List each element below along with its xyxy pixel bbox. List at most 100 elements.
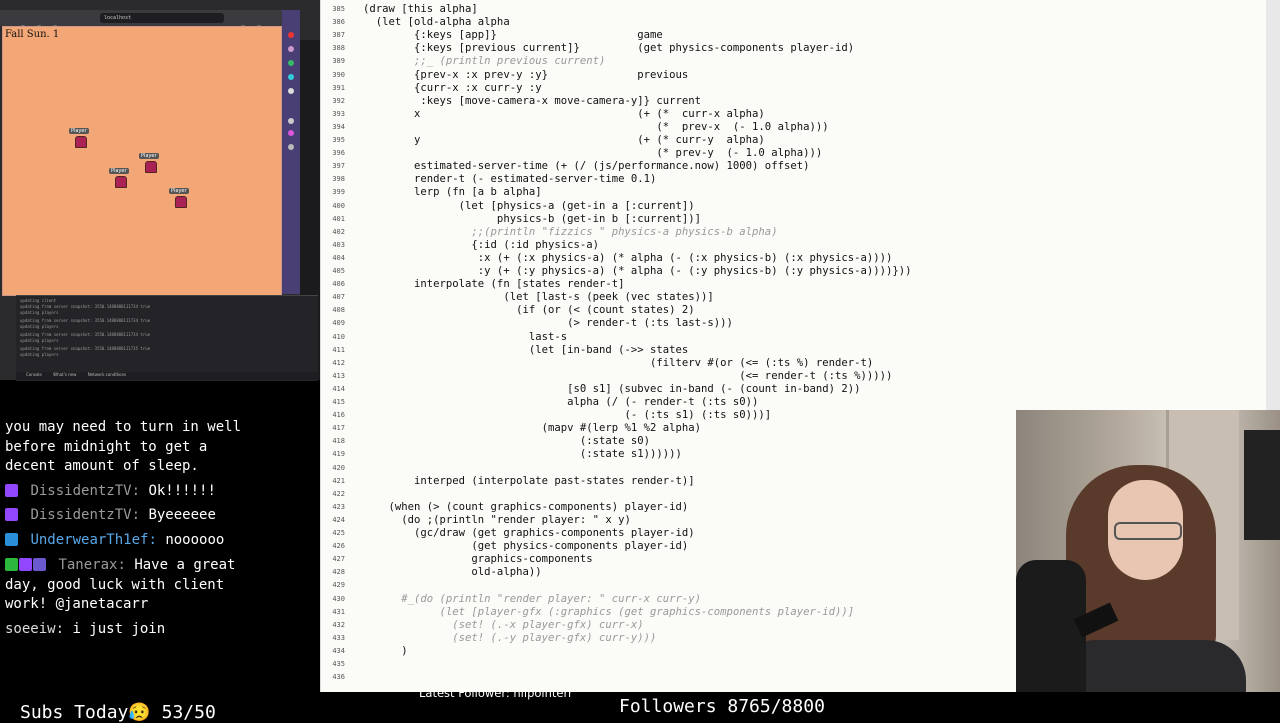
chat-username[interactable]: soeeiw: bbox=[5, 621, 64, 637]
tab-console[interactable]: Console bbox=[26, 372, 42, 377]
chat-username[interactable]: DissidentzTV: bbox=[30, 507, 140, 523]
line-number: 396 bbox=[332, 149, 345, 158]
code-line[interactable]: 401 physics-b (get-in b [:current])] bbox=[321, 213, 1267, 226]
player-label: Player bbox=[139, 153, 159, 159]
chat-username[interactable]: UnderwearTh1ef: bbox=[30, 532, 156, 548]
line-number: 404 bbox=[332, 253, 345, 262]
code-text: (let [in-band (->> states bbox=[363, 343, 689, 356]
chat-message: work! @janetacarr bbox=[5, 595, 148, 614]
chat-username[interactable]: DissidentzTV: bbox=[30, 483, 140, 499]
sidebar-app-icon[interactable] bbox=[288, 46, 294, 52]
chat-username[interactable]: Tanerax: bbox=[58, 557, 125, 573]
sidebar-app-icon[interactable] bbox=[288, 144, 294, 150]
code-text: old-alpha)) bbox=[363, 566, 542, 579]
sidebar-app-icon[interactable] bbox=[288, 118, 294, 124]
code-text: :keys [move-camera-x move-camera-y]} cur… bbox=[363, 94, 702, 107]
chat-message: DissidentzTV: Byeeeeee bbox=[5, 506, 216, 525]
code-text: (get physics-components player-id) bbox=[363, 540, 689, 553]
code-line[interactable]: 396 (* prev-y (- 1.0 alpha))) bbox=[321, 147, 1267, 160]
code-line[interactable]: 413 (<= render-t (:ts %))))) bbox=[321, 370, 1267, 383]
player-icon bbox=[175, 196, 187, 208]
sidebar-app-icon[interactable] bbox=[288, 88, 294, 94]
code-text: {curr-x :x curr-y :y bbox=[363, 81, 542, 94]
devtools-console: updating client updating from server sna… bbox=[16, 295, 318, 381]
code-line[interactable]: 391 {curr-x :x curr-y :y bbox=[321, 82, 1267, 95]
code-line[interactable]: 388 {:keys [previous current]} (get phys… bbox=[321, 42, 1267, 55]
code-text: (set! (.-x player-gfx) curr-x) bbox=[363, 618, 644, 631]
code-text: interped (interpolate past-states render… bbox=[363, 474, 695, 487]
star-badge-icon bbox=[5, 508, 18, 521]
code-text: (let [physics-a (get-in a [:current]) bbox=[363, 199, 695, 212]
line-number: 426 bbox=[332, 542, 345, 551]
chat-message: before midnight to get a bbox=[5, 438, 207, 457]
sidebar-app-icon[interactable] bbox=[288, 60, 294, 66]
line-number: 425 bbox=[332, 529, 345, 537]
code-text: (when (> (count graphics-components) pla… bbox=[363, 500, 689, 513]
code-line[interactable]: 404 :x (+ (:x physics-a) (* alpha (- (:x… bbox=[321, 252, 1267, 265]
code-text: (let [player-gfx (:graphics (get graphic… bbox=[363, 605, 855, 618]
code-line[interactable]: 393 x (+ (* curr-x alpha) bbox=[321, 108, 1267, 121]
code-line[interactable]: 398 render-t (- estimated-server-time 0.… bbox=[321, 173, 1267, 186]
sidebar-app-icon[interactable] bbox=[288, 74, 294, 80]
line-number: 401 bbox=[332, 214, 345, 223]
code-text: (<= render-t (:ts %))))) bbox=[363, 369, 893, 382]
chat-message: you may need to turn in well bbox=[5, 418, 241, 437]
code-text: :x (+ (:x physics-a) (* alpha (- (:x phy… bbox=[363, 251, 893, 264]
sidebar-app-icon[interactable] bbox=[288, 130, 294, 136]
line-number: 394 bbox=[332, 122, 345, 131]
address-bar[interactable]: localhost bbox=[100, 13, 224, 23]
line-number: 407 bbox=[332, 293, 345, 302]
followers-counter: Followers 8765/8800 bbox=[619, 696, 825, 717]
tab-network-conditions[interactable]: Network conditions bbox=[88, 372, 127, 377]
code-line[interactable]: 395 y (+ (* curr-y alpha) bbox=[321, 134, 1267, 147]
code-line[interactable]: 390 {prev-x :x prev-y :y} previous bbox=[321, 69, 1267, 82]
code-text: render-t (- estimated-server-time 0.1) bbox=[363, 173, 657, 186]
player-sprite: Player bbox=[109, 168, 135, 192]
code-line[interactable]: 414 [s0 s1] (subvec in-band (- (count in… bbox=[321, 383, 1267, 396]
code-line[interactable]: 411 (let [in-band (->> states bbox=[321, 344, 1267, 357]
code-line[interactable]: 402 ;;(println "fizzics " physics-a phys… bbox=[321, 226, 1267, 239]
code-line[interactable]: 405 :y (+ (:y physics-a) (* alpha (- (:y… bbox=[321, 265, 1267, 278]
code-line[interactable]: 403 {:id (:id physics-a) bbox=[321, 239, 1267, 252]
line-number: 389 bbox=[332, 57, 345, 66]
tab-whats-new[interactable]: What's new bbox=[53, 372, 76, 377]
code-line[interactable]: 392 :keys [move-camera-x move-camera-y]}… bbox=[321, 95, 1267, 108]
code-text: (* prev-y (- 1.0 alpha))) bbox=[363, 147, 823, 160]
player-label: Player bbox=[169, 188, 189, 194]
code-line[interactable]: 406 interpolate (fn [states render-t] bbox=[321, 278, 1267, 291]
line-number: 433 bbox=[332, 633, 345, 642]
chat-text: before midnight to get a bbox=[5, 439, 208, 455]
code-line[interactable]: 400 (let [physics-a (get-in a [:current]… bbox=[321, 200, 1267, 213]
code-line[interactable]: 410 last-s bbox=[321, 331, 1267, 344]
code-line[interactable]: 408 (if (or (< (count states) 2) bbox=[321, 304, 1267, 317]
line-number: 428 bbox=[332, 568, 345, 577]
code-line[interactable]: 407 (let [last-s (peek (vec states))] bbox=[321, 291, 1267, 304]
code-line[interactable]: 387 {:keys [app]} game bbox=[321, 29, 1267, 42]
code-line[interactable]: 409 (> render-t (:ts last-s))) bbox=[321, 317, 1267, 330]
code-text: (mapv #(lerp %1 %2 alpha) bbox=[363, 422, 702, 435]
line-number: 417 bbox=[332, 424, 345, 433]
console-log-line: updating players bbox=[20, 352, 59, 357]
code-line[interactable]: 394 (* prev-x (- 1.0 alpha))) bbox=[321, 121, 1267, 134]
line-number: 413 bbox=[332, 371, 345, 380]
code-text: (if (or (< (count states) 2) bbox=[363, 304, 695, 317]
line-number: 424 bbox=[332, 515, 345, 524]
code-line[interactable]: 399 lerp (fn [a b alpha] bbox=[321, 186, 1267, 199]
line-number: 434 bbox=[332, 646, 345, 655]
editor-scrollbar[interactable] bbox=[1266, 0, 1280, 410]
game-canvas[interactable]: Fall Sun. 1 Player Player Player Player bbox=[2, 26, 282, 296]
code-line[interactable]: 389 ;;_ (println previous current) bbox=[321, 55, 1267, 68]
sidebar-record-icon[interactable] bbox=[288, 32, 294, 38]
line-number: 402 bbox=[332, 227, 345, 236]
code-line[interactable]: 415 alpha (/ (- render-t (:ts s0)) bbox=[321, 396, 1267, 409]
code-line[interactable]: 397 estimated-server-time (+ (/ (js/perf… bbox=[321, 160, 1267, 173]
line-number: 386 bbox=[332, 18, 345, 27]
code-text: (> render-t (:ts last-s))) bbox=[363, 317, 733, 330]
code-text: (do ;(println "render player: " x y) bbox=[363, 513, 631, 526]
code-text: (set! (.-y player-gfx) curr-y))) bbox=[363, 631, 657, 644]
code-line[interactable]: 386 (let [old-alpha alpha bbox=[321, 16, 1267, 29]
code-line[interactable]: 385 (draw [this alpha] bbox=[321, 3, 1267, 16]
code-line[interactable]: 412 (filterv #(or (<= (:ts %) render-t) bbox=[321, 357, 1267, 370]
line-number: 398 bbox=[332, 175, 345, 184]
line-number: 392 bbox=[332, 96, 345, 105]
